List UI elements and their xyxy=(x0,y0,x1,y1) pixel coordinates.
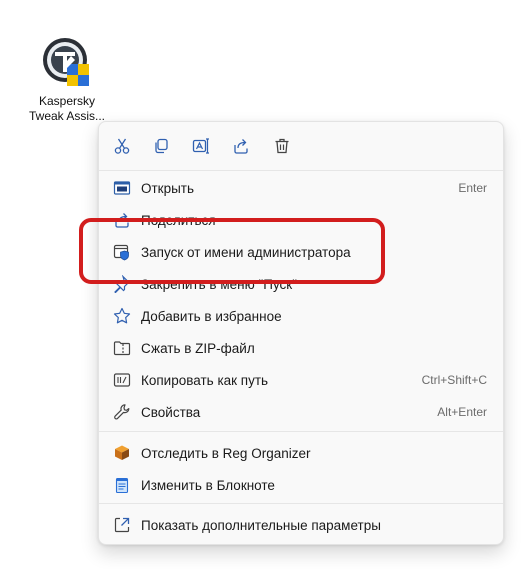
star-icon xyxy=(113,307,131,325)
uac-shield-icon xyxy=(113,243,131,261)
menu-item-show-more-options[interactable]: Показать дополнительные параметры xyxy=(103,510,501,540)
wrench-icon xyxy=(113,403,131,421)
menu-item-label: Сжать в ZIP-файл xyxy=(141,340,255,356)
cut-button[interactable] xyxy=(108,132,136,160)
notepad-icon xyxy=(113,476,131,494)
menu-item-reg-organizer[interactable]: Отследить в Reg Organizer xyxy=(103,438,501,468)
more-options-icon xyxy=(113,516,131,534)
menu-item-label: Открыть xyxy=(141,180,195,196)
menu-item-edit-notepad[interactable]: Изменить в Блокноте xyxy=(103,470,501,500)
menu-item-label: Отследить в Reg Organizer xyxy=(141,445,311,461)
rename-button[interactable] xyxy=(187,132,215,160)
menu-item-properties[interactable]: Свойства Alt+Enter xyxy=(103,397,501,427)
menu-item-shortcut: Enter xyxy=(458,181,487,195)
menu-item-pin-to-start[interactable]: Закрепить в меню "Пуск" xyxy=(103,269,501,299)
menu-item-shortcut: Ctrl+Shift+C xyxy=(421,373,487,387)
menu-item-label: Свойства xyxy=(141,404,201,420)
reg-organizer-icon xyxy=(113,444,131,462)
delete-button[interactable] xyxy=(268,132,296,160)
menu-item-label: Закрепить в меню "Пуск" xyxy=(141,276,297,292)
quick-actions-row xyxy=(99,122,503,170)
pin-icon xyxy=(113,275,131,293)
menu-item-copy-as-path[interactable]: Копировать как путь Ctrl+Shift+C xyxy=(103,365,501,395)
menu-item-share[interactable]: Поделиться xyxy=(103,205,501,235)
menu-item-run-as-admin[interactable]: Запуск от имени администратора xyxy=(103,237,501,267)
menu-separator xyxy=(99,431,503,432)
desktop-icon-label-line1: Kaspersky xyxy=(38,94,96,108)
scissors-icon xyxy=(114,138,130,154)
copy-icon xyxy=(155,138,168,154)
share-button[interactable] xyxy=(227,132,255,160)
share-icon xyxy=(234,139,248,154)
menu-item-add-favorites[interactable]: Добавить в избранное xyxy=(103,301,501,331)
menu-separator xyxy=(99,170,503,171)
copy-button[interactable] xyxy=(147,132,175,160)
trash-icon xyxy=(275,138,289,154)
kaspersky-tweak-app-icon xyxy=(41,36,93,88)
copy-path-icon xyxy=(113,371,131,389)
menu-item-label: Показать дополнительные параметры xyxy=(141,517,381,533)
menu-item-label: Запуск от имени администратора xyxy=(141,244,351,260)
rename-icon xyxy=(192,138,209,154)
zip-folder-icon xyxy=(113,339,131,357)
menu-item-label: Добавить в избранное xyxy=(141,308,282,324)
open-window-icon xyxy=(113,179,131,197)
menu-item-shortcut: Alt+Enter xyxy=(437,405,487,419)
menu-separator xyxy=(99,503,503,504)
menu-item-open[interactable]: Открыть Enter xyxy=(103,173,501,203)
share-icon xyxy=(113,211,131,229)
menu-item-label: Копировать как путь xyxy=(141,372,269,388)
context-menu: Открыть Enter Поделиться Запуск от имени… xyxy=(98,121,504,545)
menu-item-compress-zip[interactable]: Сжать в ZIP-файл xyxy=(103,333,501,363)
menu-item-label: Изменить в Блокноте xyxy=(141,477,275,493)
desktop-icon-kaspersky-tweak[interactable]: Kaspersky Tweak Assis... xyxy=(22,36,112,124)
menu-item-label: Поделиться xyxy=(141,212,216,228)
